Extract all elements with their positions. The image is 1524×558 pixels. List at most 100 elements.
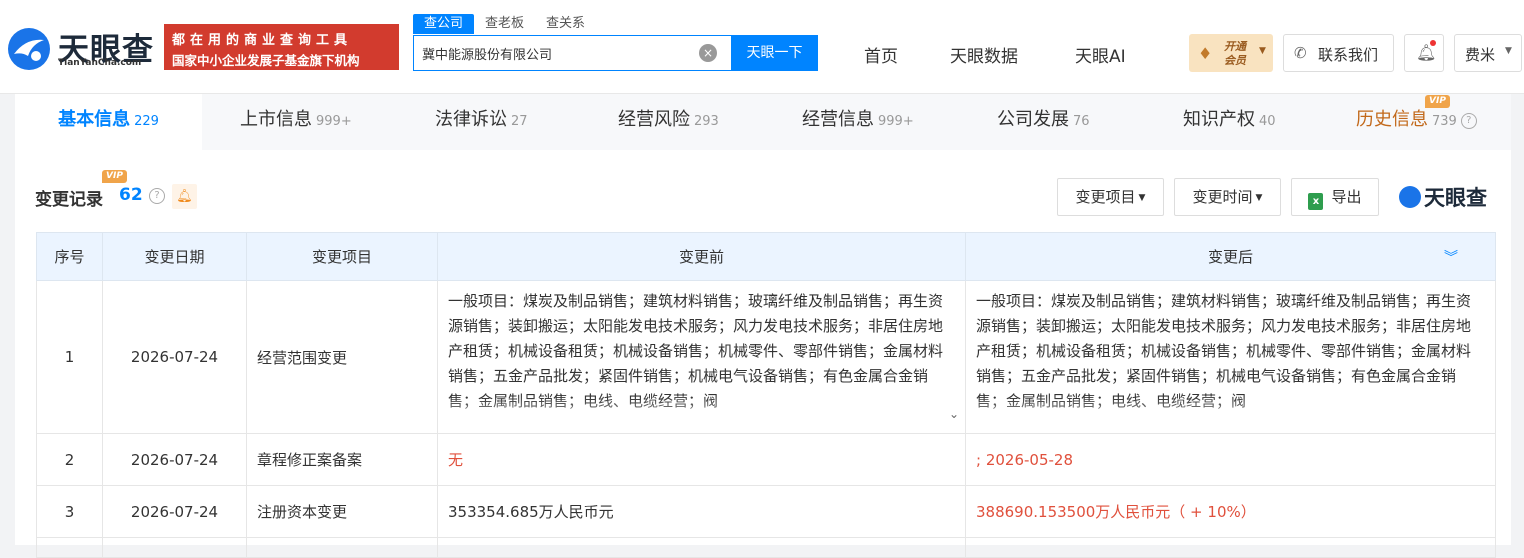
expand-icon[interactable]: ⌄ xyxy=(949,402,959,427)
after-text: 一般项目：煤炭及制品销售；建筑材料销售；玻璃纤维及制品销售；再生资源销售；装卸搬… xyxy=(976,292,1472,410)
user-menu[interactable]: 费米 ▼ xyxy=(1454,34,1522,72)
table-header-row: 序号 变更日期 变更项目 变更前 变更后 xyxy=(36,232,1496,281)
notification-button[interactable]: 🔔︎ xyxy=(1404,34,1444,72)
clear-icon[interactable]: × xyxy=(699,44,717,62)
chevron-down-icon: ▼ xyxy=(1505,46,1512,56)
nav-data[interactable]: 天眼数据 xyxy=(950,42,1018,67)
user-name: 费米 xyxy=(1465,46,1496,64)
filter-item-label: 变更项目 xyxy=(1075,188,1136,206)
section-title: 变更记录 xyxy=(35,190,103,210)
table-row: 3 2026-07-24 注册资本变更 353354.685万人民币元 3886… xyxy=(36,485,1496,538)
vip-badge: VIP xyxy=(1425,95,1450,108)
brand-logo: 天眼查 xyxy=(1399,182,1487,212)
tab-label: 历史信息 xyxy=(1356,109,1428,130)
tab-risk[interactable]: 经营风险 293 xyxy=(618,94,719,150)
col-item: 变更项目 xyxy=(246,232,438,281)
cell-after: 388690.153500万人民币元（ + 10%） xyxy=(965,485,1496,538)
caret-down-icon: ▼ xyxy=(1259,46,1266,56)
cell-no: 3 xyxy=(36,485,103,538)
filter-item-dropdown[interactable]: 变更项目 ▼ xyxy=(1057,178,1164,216)
col-after: 变更后 xyxy=(965,232,1496,281)
cell-no: 1 xyxy=(36,280,103,434)
tab-count: 76 xyxy=(1073,114,1090,129)
export-label: 导出 xyxy=(1331,188,1362,206)
logo-mark-icon xyxy=(8,28,50,70)
search-box: × 天眼一下 xyxy=(413,35,818,71)
tab-label: 上市信息 xyxy=(240,109,312,130)
nav-home[interactable]: 首页 xyxy=(864,42,898,67)
search-type-tabs: 查公司 查老板 查关系 xyxy=(413,14,596,34)
bell-icon[interactable]: 🔔︎ xyxy=(172,184,197,209)
filter-time-label: 变更时间 xyxy=(1192,188,1253,206)
cell-after: 一般项目：煤炭及制品销售；建筑材料销售；玻璃纤维及制品销售；再生资源销售；装卸搬… xyxy=(965,280,1496,434)
collapse-all-icon[interactable]: ︾ xyxy=(1444,247,1458,267)
diamond-icon: ♦ xyxy=(1198,44,1213,63)
col-before: 变更前 xyxy=(437,232,966,281)
vip-line-2: 会员 xyxy=(1224,54,1246,67)
unread-dot xyxy=(1430,40,1436,46)
brand-text: 天眼查 xyxy=(1424,186,1487,210)
main-panel: 基本信息 229 上市信息 999+ 法律诉讼 27 经营风险 293 经营信息 999+… xyxy=(15,94,1511,558)
search-tab-relation[interactable]: 查关系 xyxy=(535,14,596,34)
tab-operation[interactable]: 经营信息 999+ xyxy=(802,94,914,150)
filter-time-dropdown[interactable]: 变更时间 ▼ xyxy=(1174,178,1281,216)
section-count: 62 xyxy=(119,185,143,205)
col-date: 变更日期 xyxy=(102,232,247,281)
main-tabs: 基本信息 229 上市信息 999+ 法律诉讼 27 经营风险 293 经营信息 999+… xyxy=(15,94,1511,150)
top-header: 天眼查 TianYanCha.com 都在用的商业查询工具 国家中小企业发展子基… xyxy=(0,0,1524,94)
table-row: 2 2026-07-24 章程修正案备案 无 ; 2026-05-28 xyxy=(36,433,1496,486)
tab-count: 293 xyxy=(694,114,719,129)
col-no: 序号 xyxy=(36,232,103,281)
contact-button[interactable]: ✆ 联系我们 xyxy=(1283,34,1394,72)
tab-count: 999+ xyxy=(316,114,352,129)
search-tab-boss[interactable]: 查老板 xyxy=(474,14,535,34)
search-tab-company[interactable]: 查公司 xyxy=(413,14,475,34)
cell-after: ; 2026-05-28 xyxy=(965,433,1496,486)
tab-basic-info[interactable]: 基本信息 229 xyxy=(15,94,202,150)
cell-before: 一般项目：煤炭及制品销售；建筑材料销售；玻璃纤维及制品销售；再生资源销售；装卸搬… xyxy=(437,280,966,434)
cell-before: 353354.685万人民币元 xyxy=(437,485,966,538)
banner-line-2: 国家中小企业发展子基金旗下机构 xyxy=(172,53,360,68)
tab-label: 公司发展 xyxy=(997,109,1069,130)
excel-icon: x xyxy=(1308,193,1324,210)
search-button[interactable]: 天眼一下 xyxy=(731,35,818,71)
help-icon[interactable]: ? xyxy=(1460,113,1477,129)
cell-item: 章程修正案备案 xyxy=(246,433,438,486)
cell-date: 2026-07-24 xyxy=(102,485,247,538)
tab-development[interactable]: 公司发展 76 xyxy=(997,94,1090,150)
table-row: 1 2026-07-24 经营范围变更 一般项目：煤炭及制品销售；建筑材料销售；… xyxy=(36,280,1496,434)
tab-listing-info[interactable]: 上市信息 999+ xyxy=(240,94,352,150)
help-icon[interactable]: ? xyxy=(149,188,165,204)
before-text: 一般项目：煤炭及制品销售；建筑材料销售；玻璃纤维及制品销售；再生资源销售；装卸搬… xyxy=(448,292,944,410)
tab-count: 999+ xyxy=(878,114,914,129)
tab-label: 知识产权 xyxy=(1183,109,1255,130)
cell-no: 2 xyxy=(36,433,103,486)
contact-label: 联系我们 xyxy=(1318,46,1379,64)
tab-count: 229 xyxy=(134,114,159,129)
logo-mark-icon xyxy=(1399,186,1421,208)
caret-down-icon: ▼ xyxy=(1138,193,1146,203)
cell-date: 2026-07-24 xyxy=(102,280,247,434)
tab-ip[interactable]: 知识产权 40 xyxy=(1183,94,1276,150)
caret-down-icon: ▼ xyxy=(1255,193,1263,203)
nav-ai[interactable]: 天眼AI xyxy=(1075,42,1126,67)
tab-count: 739 xyxy=(1432,114,1457,129)
search-input[interactable] xyxy=(422,43,702,63)
banner-line-1: 都在用的商业查询工具 xyxy=(172,33,353,48)
export-button[interactable]: x 导出 xyxy=(1291,178,1379,216)
tab-legal[interactable]: 法律诉讼 27 xyxy=(435,94,528,150)
vip-open-button[interactable]: ♦ 开通 会员 ▼ xyxy=(1189,34,1273,72)
phone-icon: ✆ xyxy=(1294,44,1307,62)
cell-item: 经营范围变更 xyxy=(246,280,438,434)
promo-banner[interactable]: 都在用的商业查询工具 国家中小企业发展子基金旗下机构 xyxy=(164,24,399,70)
cell-before: 无 xyxy=(437,433,966,486)
cell-item: 注册资本变更 xyxy=(246,485,438,538)
tab-history[interactable]: 历史信息 739? xyxy=(1356,94,1477,150)
tianyancha-logo[interactable]: 天眼查 TianYanCha.com xyxy=(6,24,156,74)
change-record-table: 序号 变更日期 变更项目 变更前 变更后 1 2026-07-24 经营范围变更… xyxy=(36,232,1496,558)
tab-count: 27 xyxy=(511,114,528,129)
tab-label: 经营风险 xyxy=(618,109,690,130)
tab-count: 40 xyxy=(1259,114,1276,129)
cell-date: 2026-07-24 xyxy=(102,433,247,486)
tab-label: 经营信息 xyxy=(802,109,874,130)
